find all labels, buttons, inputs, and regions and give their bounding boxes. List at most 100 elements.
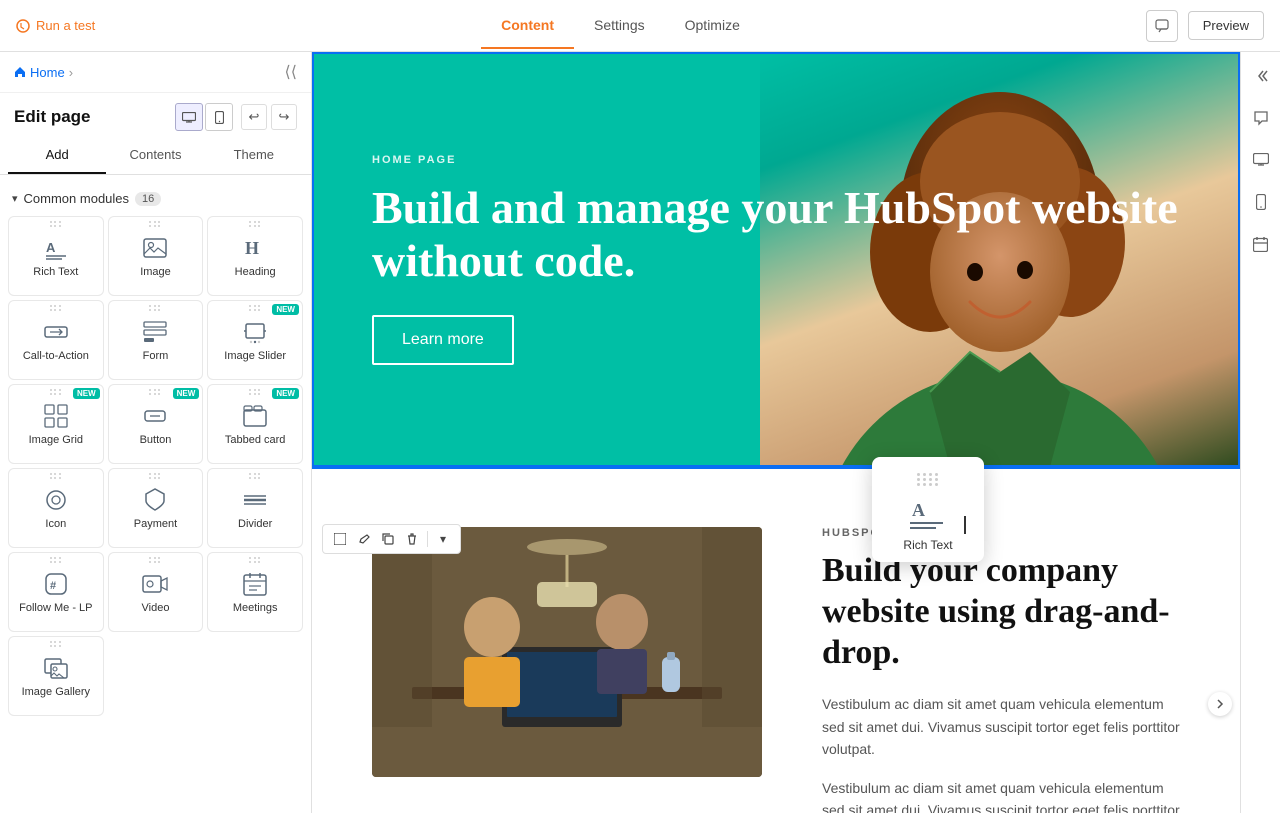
svg-text:#: # bbox=[50, 580, 56, 592]
content-body-2: Vestibulum ac diam sit amet quam vehicul… bbox=[822, 777, 1180, 813]
collapse-icon bbox=[1254, 69, 1268, 83]
svg-text:A: A bbox=[912, 500, 925, 520]
undo-button[interactable]: ↩ bbox=[241, 104, 267, 130]
sidebar-tab-contents[interactable]: Contents bbox=[106, 137, 204, 174]
image-module-icon bbox=[141, 234, 169, 262]
tooltip-rich-text-icon: A bbox=[908, 496, 948, 532]
module-image-slider[interactable]: NEW Image Slider bbox=[207, 300, 303, 380]
module-tabbed-card[interactable]: NEW Tabbed card bbox=[207, 384, 303, 464]
drag-handle-icon bbox=[149, 305, 161, 311]
hero-learn-more-button[interactable]: Learn more bbox=[372, 315, 514, 365]
drag-handle-icon bbox=[149, 389, 161, 395]
drag-handle-icon bbox=[50, 473, 62, 479]
module-payment[interactable]: Payment bbox=[108, 468, 204, 548]
run-test-button[interactable]: Run a test bbox=[16, 18, 95, 33]
svg-text:H: H bbox=[245, 238, 259, 258]
module-image-slider-label: Image Slider bbox=[224, 350, 286, 363]
chevron-down-icon: ▾ bbox=[12, 192, 18, 205]
module-heading[interactable]: H Heading bbox=[207, 216, 303, 296]
module-cta-label: Call-to-Action bbox=[23, 350, 89, 363]
rich-text-tooltip[interactable]: A Rich Text bbox=[872, 457, 984, 562]
drag-handle-icon bbox=[249, 389, 261, 395]
desktop-right-icon[interactable] bbox=[1247, 146, 1275, 174]
content-body-1: Vestibulum ac diam sit amet quam vehicul… bbox=[822, 693, 1180, 760]
module-cta[interactable]: Call-to-Action bbox=[8, 300, 104, 380]
calendar-right-icon[interactable] bbox=[1247, 230, 1275, 258]
collapse-sidebar-icon[interactable]: ⟨⟨ bbox=[285, 62, 297, 82]
module-icon[interactable]: Icon bbox=[8, 468, 104, 548]
module-video-label: Video bbox=[142, 602, 170, 615]
module-button[interactable]: NEW Button bbox=[108, 384, 204, 464]
tab-content[interactable]: Content bbox=[481, 3, 574, 49]
module-follow-me[interactable]: # Follow Me - LP bbox=[8, 552, 104, 632]
flask-icon bbox=[16, 19, 30, 33]
drag-handle-icon bbox=[149, 221, 161, 227]
modules-header[interactable]: ▾ Common modules 16 bbox=[8, 185, 303, 212]
button-module-icon bbox=[141, 402, 169, 430]
cursor-indicator bbox=[964, 516, 966, 534]
hero-heading: Build and manage your HubSpot website wi… bbox=[372, 182, 1180, 288]
module-image[interactable]: Image bbox=[108, 216, 204, 296]
copy-icon bbox=[382, 533, 394, 545]
sidebar-tab-theme[interactable]: Theme bbox=[205, 137, 303, 174]
drag-handle-icon bbox=[50, 389, 62, 395]
tab-optimize[interactable]: Optimize bbox=[665, 3, 760, 49]
module-divider-label: Divider bbox=[238, 518, 272, 531]
module-image-gallery[interactable]: Image Gallery bbox=[8, 636, 104, 716]
image-gallery-module-icon bbox=[42, 654, 70, 682]
top-tabs: Content Settings Optimize bbox=[481, 3, 760, 49]
module-image-grid[interactable]: NEW Image Grid bbox=[8, 384, 104, 464]
sidebar-tab-add[interactable]: Add bbox=[8, 137, 106, 174]
chevron-right-icon bbox=[1215, 699, 1225, 709]
sidebar-header: Home › ⟨⟨ bbox=[0, 52, 311, 93]
content-persons-svg bbox=[372, 527, 762, 777]
module-rich-text[interactable]: A Rich Text bbox=[8, 216, 104, 296]
canvas: HOME PAGE Build and manage your HubSpot … bbox=[312, 52, 1240, 813]
module-meetings[interactable]: Meetings bbox=[207, 552, 303, 632]
module-form-label: Form bbox=[143, 350, 169, 363]
drag-handle-icon bbox=[249, 473, 261, 479]
new-badge: NEW bbox=[272, 388, 299, 399]
edit-bar-more-button[interactable]: ▾ bbox=[432, 528, 454, 550]
edit-page-title: Edit page bbox=[14, 107, 91, 127]
module-heading-label: Heading bbox=[235, 266, 276, 279]
module-video[interactable]: Video bbox=[108, 552, 204, 632]
mobile-icon bbox=[215, 111, 224, 124]
hero-label: HOME PAGE bbox=[372, 154, 1180, 166]
breadcrumb-home[interactable]: Home bbox=[30, 65, 65, 80]
drag-handle-icon bbox=[50, 557, 62, 563]
tooltip-rich-text-label: Rich Text bbox=[903, 538, 952, 552]
comment-right-icon[interactable] bbox=[1247, 104, 1275, 132]
edit-bar-copy-button[interactable] bbox=[377, 528, 399, 550]
drag-handle-icon bbox=[249, 305, 261, 311]
mobile-right-icon[interactable] bbox=[1247, 188, 1275, 216]
comment-button[interactable] bbox=[1146, 10, 1178, 42]
redo-button[interactable]: ↪ bbox=[271, 104, 297, 130]
collapse-right-icon[interactable] bbox=[1247, 62, 1275, 90]
content-image bbox=[372, 527, 762, 777]
module-form[interactable]: Form bbox=[108, 300, 204, 380]
drag-handle-icon bbox=[50, 305, 62, 311]
form-module-icon bbox=[141, 318, 169, 346]
edit-bar-delete-button[interactable] bbox=[401, 528, 423, 550]
module-rich-text-label: Rich Text bbox=[33, 266, 78, 279]
edit-bar-edit-button[interactable] bbox=[353, 528, 375, 550]
module-button-label: Button bbox=[140, 434, 172, 447]
edit-page-header: Edit page ↩ ↪ bbox=[0, 93, 311, 137]
content-image-inner bbox=[372, 527, 762, 777]
next-section-button[interactable] bbox=[1208, 692, 1232, 716]
desktop-view-button[interactable] bbox=[175, 103, 203, 131]
module-divider[interactable]: Divider bbox=[207, 468, 303, 548]
smartphone-icon bbox=[1256, 194, 1266, 210]
breadcrumb: Home › bbox=[14, 65, 73, 80]
divider-module-icon bbox=[241, 486, 269, 514]
payment-module-icon bbox=[141, 486, 169, 514]
edit-bar-select-button[interactable] bbox=[329, 528, 351, 550]
mobile-view-button[interactable] bbox=[205, 103, 233, 131]
tab-settings[interactable]: Settings bbox=[574, 3, 665, 49]
sidebar-tabs: Add Contents Theme bbox=[0, 137, 311, 175]
calendar-icon bbox=[1253, 237, 1268, 252]
preview-button[interactable]: Preview bbox=[1188, 11, 1264, 40]
view-toggle bbox=[175, 103, 233, 131]
top-bar-right: Preview bbox=[1146, 10, 1264, 42]
